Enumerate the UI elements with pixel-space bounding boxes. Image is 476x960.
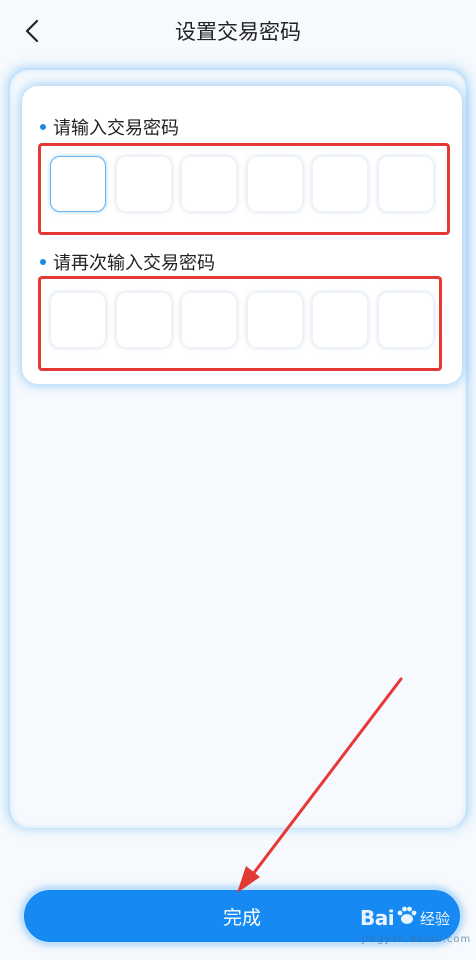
bullet-dot xyxy=(40,259,46,265)
password-input[interactable] xyxy=(50,156,434,212)
pin-box[interactable] xyxy=(181,156,238,212)
password-label: 请输入交易密码 xyxy=(53,118,179,139)
confirm-label-row: 请再次输入交易密码 xyxy=(40,249,215,275)
pin-box[interactable] xyxy=(246,156,303,212)
complete-button-label: 完成 xyxy=(222,906,261,929)
pin-box[interactable] xyxy=(312,156,369,212)
page-title: 设置交易密码 xyxy=(175,20,301,44)
pin-box[interactable] xyxy=(181,292,238,348)
password-label-row: 请输入交易密码 xyxy=(40,114,179,140)
pin-box[interactable] xyxy=(312,292,369,348)
complete-button[interactable]: 完成 xyxy=(22,888,462,944)
pin-box[interactable] xyxy=(50,156,106,212)
pin-box[interactable] xyxy=(246,292,303,348)
pin-box[interactable] xyxy=(115,156,172,212)
pin-box[interactable] xyxy=(377,156,434,212)
password-card: 请输入交易密码 请再次输入交易密码 xyxy=(22,86,462,384)
bullet-dot xyxy=(40,124,46,130)
top-nav-bar: 设置交易密码 xyxy=(0,0,476,64)
confirm-password-input[interactable] xyxy=(50,292,434,348)
confirm-label: 请再次输入交易密码 xyxy=(53,253,215,274)
pin-box[interactable] xyxy=(377,292,434,348)
pin-box[interactable] xyxy=(115,292,172,348)
pin-box[interactable] xyxy=(50,292,106,348)
